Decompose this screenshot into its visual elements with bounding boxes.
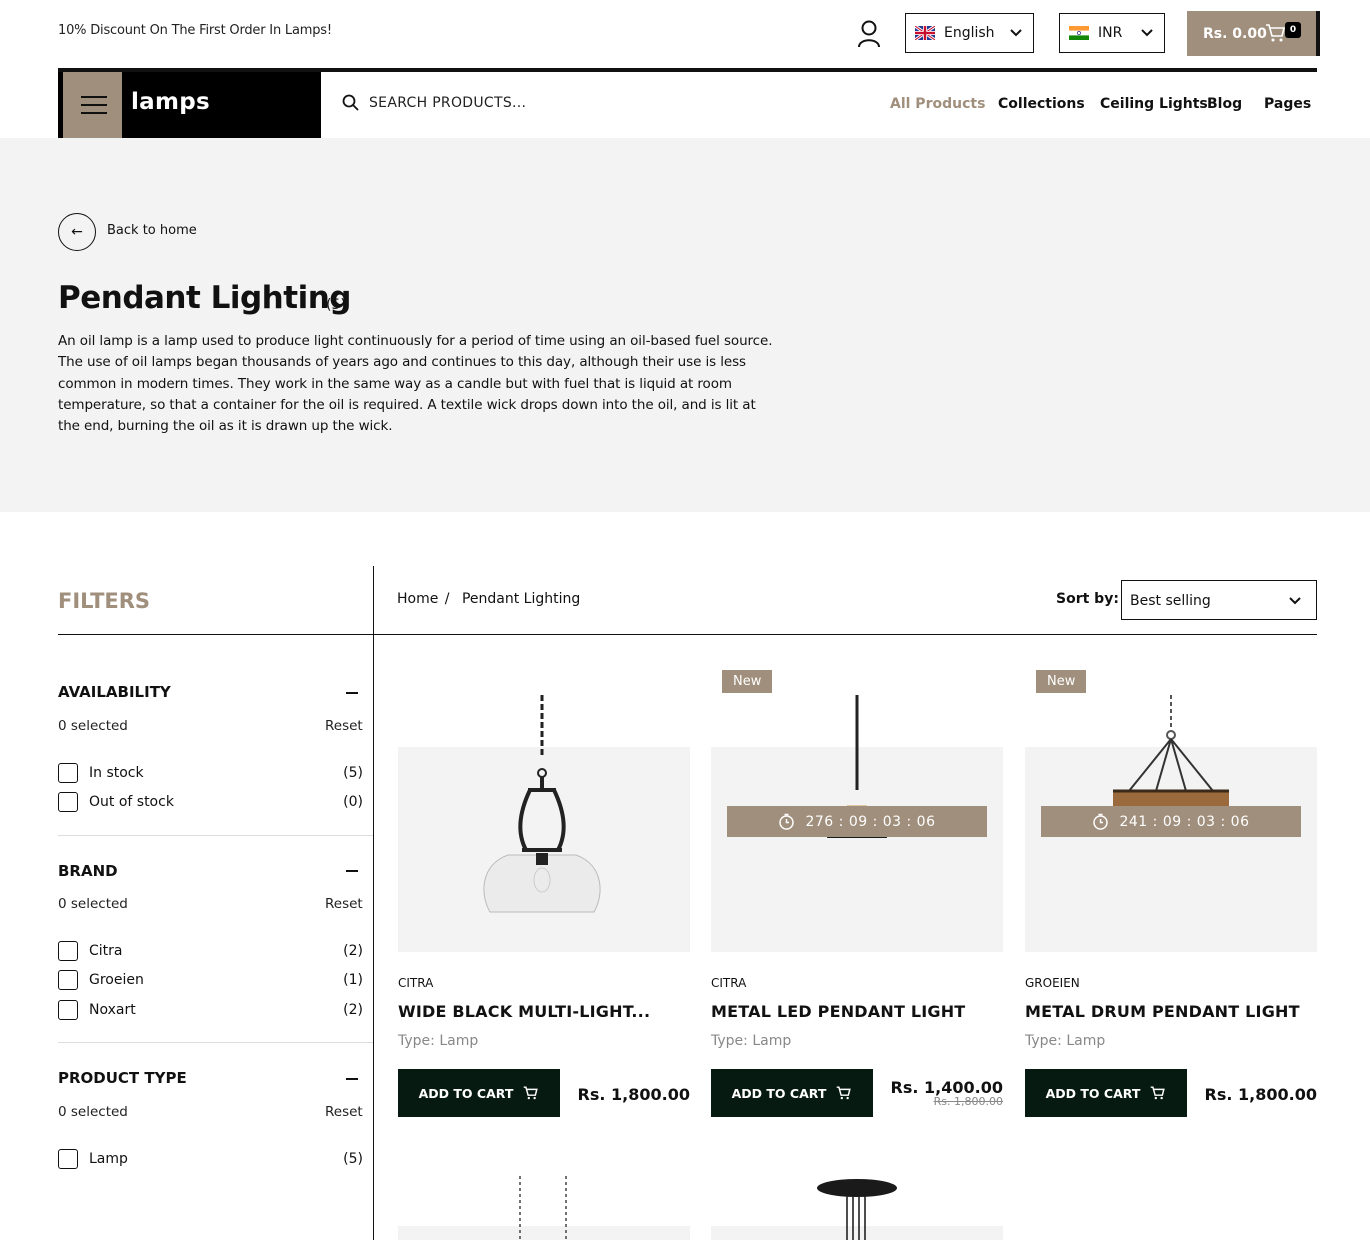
product-card[interactable]: New 276 : 09 : 03 : 06 CITRA METAL LED P… <box>711 0 1003 1240</box>
add-to-cart-button[interactable]: ADD TO CART <box>1025 1069 1187 1117</box>
product-card[interactable]: CITRA WIDE BLACK MULTI-LIGHT... Type: La… <box>398 0 690 1240</box>
countdown-timer: 276 : 09 : 03 : 06 <box>727 806 987 837</box>
product-price: Rs. 1,800.00 <box>577 1085 690 1104</box>
logo-block: lamps <box>58 72 321 138</box>
menu-line <box>81 96 107 98</box>
product-type: Type: Lamp <box>1025 1033 1106 1049</box>
stopwatch-icon <box>779 813 795 830</box>
product-card[interactable]: New 241 : 09 : 03 : 06 GROEIEN METAL DRU… <box>1025 0 1317 1240</box>
chevron-down-icon <box>1010 29 1022 37</box>
filter-group-title[interactable]: PRODUCT TYPE <box>58 1069 187 1087</box>
filter-reset-link[interactable]: Reset <box>325 718 363 734</box>
filter-option-lamp[interactable]: Lamp (5) <box>58 1148 363 1170</box>
filter-option-label: Lamp <box>89 1151 128 1167</box>
stopwatch-icon <box>1093 813 1109 830</box>
filter-option-count: (0) <box>343 794 363 810</box>
search-icon <box>342 94 359 111</box>
checkbox[interactable] <box>58 941 78 961</box>
countdown-value: 241 : 09 : 03 : 06 <box>1119 813 1250 830</box>
product-price: Rs. 1,800.00 <box>1204 1085 1317 1104</box>
product-title[interactable]: WIDE BLACK MULTI-LIGHT... <box>398 1002 650 1021</box>
product-type: Type: Lamp <box>398 1033 479 1049</box>
filter-option-label: In stock <box>89 765 144 781</box>
page-title: Pendant Lighting <box>58 280 351 316</box>
menu-line <box>81 112 107 114</box>
countdown-value: 276 : 09 : 03 : 06 <box>805 813 936 830</box>
collapse-icon[interactable] <box>346 692 358 694</box>
checkbox[interactable] <box>58 792 78 812</box>
cart-icon <box>1151 1086 1166 1100</box>
product-vendor: CITRA <box>711 976 747 990</box>
checkbox[interactable] <box>58 1149 78 1169</box>
filter-option-count: (2) <box>343 943 363 959</box>
menu-line <box>81 104 107 106</box>
filter-option-count: (1) <box>343 972 363 988</box>
add-to-cart-label: ADD TO CART <box>1045 1085 1141 1101</box>
add-to-cart-button[interactable]: ADD TO CART <box>398 1069 560 1117</box>
pendant-lamp-image <box>817 1179 897 1240</box>
add-to-cart-button[interactable]: ADD TO CART <box>711 1069 873 1117</box>
product-vendor: CITRA <box>398 976 434 990</box>
back-to-home-link[interactable]: Back to home <box>107 223 197 238</box>
hamburger-menu-button[interactable] <box>63 72 122 138</box>
filter-group-title[interactable]: BRAND <box>58 862 118 880</box>
sidebar-divider <box>373 566 374 1240</box>
filter-separator <box>58 1042 373 1043</box>
filter-reset-link[interactable]: Reset <box>325 896 363 912</box>
product-title[interactable]: METAL LED PENDANT LIGHT <box>711 1002 965 1021</box>
new-badge: New <box>722 670 773 693</box>
pendant-lamp-image <box>483 695 601 913</box>
back-arrow-icon[interactable]: ← <box>58 213 96 251</box>
cart-icon <box>524 1086 539 1100</box>
filter-option-in-stock[interactable]: In stock (5) <box>58 762 363 784</box>
collapse-icon[interactable] <box>346 1078 358 1080</box>
filter-option-label: Groeien <box>89 972 144 988</box>
product-title[interactable]: METAL DRUM PENDANT LIGHT <box>1025 1002 1300 1021</box>
promo-text: 10% Discount On The First Order In Lamps… <box>58 23 332 38</box>
filter-option-count: (5) <box>343 1151 363 1167</box>
filter-option-noxart[interactable]: Noxart (2) <box>58 999 363 1021</box>
filter-option-label: Citra <box>89 943 123 959</box>
filter-selected-count: 0 selected <box>58 1104 128 1120</box>
add-to-cart-label: ADD TO CART <box>731 1085 827 1101</box>
product-compare-price: Rs. 1,800.00 <box>933 1095 1003 1108</box>
add-to-cart-label: ADD TO CART <box>418 1085 514 1101</box>
filter-option-groeien[interactable]: Groeien (1) <box>58 969 363 991</box>
pendant-lamp-image <box>519 1176 567 1240</box>
countdown-timer: 241 : 09 : 03 : 06 <box>1041 806 1301 837</box>
checkbox[interactable] <box>58 970 78 990</box>
filter-option-label: Out of stock <box>89 794 174 810</box>
filter-group-title[interactable]: AVAILABILITY <box>58 683 171 701</box>
new-badge: New <box>1036 670 1087 693</box>
filter-reset-link[interactable]: Reset <box>325 1104 363 1120</box>
checkbox[interactable] <box>58 763 78 783</box>
collapse-icon[interactable] <box>346 870 358 872</box>
product-type: Type: Lamp <box>711 1033 792 1049</box>
filter-option-out-of-stock[interactable]: Out of stock (0) <box>58 791 363 813</box>
filters-title: FILTERS <box>58 589 151 613</box>
filter-option-label: Noxart <box>89 1002 136 1018</box>
filter-option-count: (2) <box>343 1002 363 1018</box>
checkbox[interactable] <box>58 1000 78 1020</box>
site-logo[interactable]: lamps <box>131 89 210 115</box>
filter-separator <box>58 835 373 836</box>
filter-selected-count: 0 selected <box>58 896 128 912</box>
product-vendor: GROEIEN <box>1025 976 1080 990</box>
filter-selected-count: 0 selected <box>58 718 128 734</box>
product-count: (5) <box>326 297 346 313</box>
filter-option-count: (5) <box>343 765 363 781</box>
filter-option-citra[interactable]: Citra (2) <box>58 940 363 962</box>
cart-icon <box>837 1086 852 1100</box>
